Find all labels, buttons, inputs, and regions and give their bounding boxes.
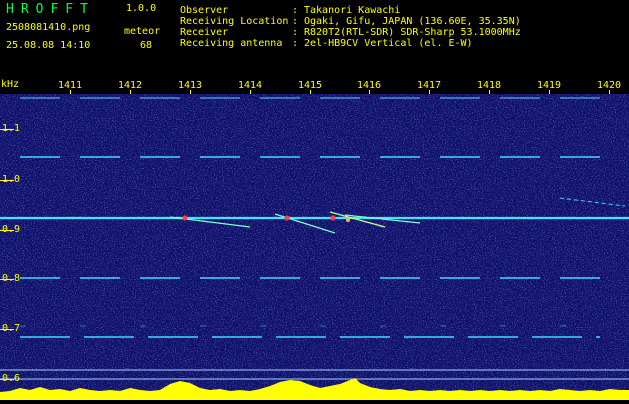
info-key: Receiving Location — [180, 16, 289, 27]
meteor-head — [284, 215, 290, 221]
info-row-receiver: Receiver: R820T2(RTL-SDR) SDR-Sharp 53.10… — [180, 27, 521, 38]
info-value: R820T2(RTL-SDR) SDR-Sharp 53.1000MHz — [304, 27, 521, 38]
file-name: 2508081410.png — [6, 22, 91, 33]
info-key: Receiver — [180, 27, 229, 38]
noise-texture — [0, 94, 629, 400]
info-row-antenna: Receiving antenna:2el-HB9CV Vertical (el… — [180, 38, 473, 49]
frequency-tick-mark — [0, 180, 14, 181]
frequency-tick-mark — [0, 230, 14, 231]
app-title: HROFFT — [6, 2, 95, 17]
info-sep: : — [292, 38, 299, 49]
frequency-tick-mark — [0, 279, 14, 280]
header-panel: HROFFT 1.0.0 2508081410.png 25.08.08 14:… — [0, 0, 629, 76]
meteor-count: 68 — [140, 40, 153, 51]
info-key: Observer — [180, 5, 229, 16]
time-axis: kHz 1411 1412 1413 1414 1415 1416 1417 1… — [0, 76, 629, 94]
spectrogram: 1.1 1.0 0.9 0.8 0.7 0.6 — [0, 94, 629, 400]
frequency-tick-mark — [0, 379, 14, 380]
spectrogram-image — [0, 94, 629, 400]
info-value: Takanori Kawachi — [304, 5, 401, 16]
frequency-tick-mark — [0, 329, 14, 330]
info-row-location: Receiving Location: Ogaki, Gifu, JAPAN (1… — [180, 16, 521, 27]
frequency-unit-label: kHz — [1, 79, 20, 90]
info-sep: : — [292, 27, 299, 38]
meteor-head — [182, 215, 188, 221]
info-sep: : — [292, 5, 299, 16]
file-datetime: 25.08.08 14:10 — [6, 40, 91, 51]
info-row-observer: Observer: Takanori Kawachi — [180, 5, 400, 16]
frequency-tick-mark — [0, 129, 14, 130]
info-sep: : — [292, 16, 299, 27]
info-value: Ogaki, Gifu, JAPAN (136.60E, 35.35N) — [304, 16, 521, 27]
meteor-count-label: meteor — [124, 26, 161, 37]
app-version: 1.0.0 — [126, 3, 157, 14]
meteor-head — [330, 215, 336, 221]
meteor-head — [346, 218, 350, 222]
info-key: Receiving antenna — [180, 38, 283, 49]
info-value: 2el-HB9CV Vertical (el. E-W) — [304, 38, 473, 49]
